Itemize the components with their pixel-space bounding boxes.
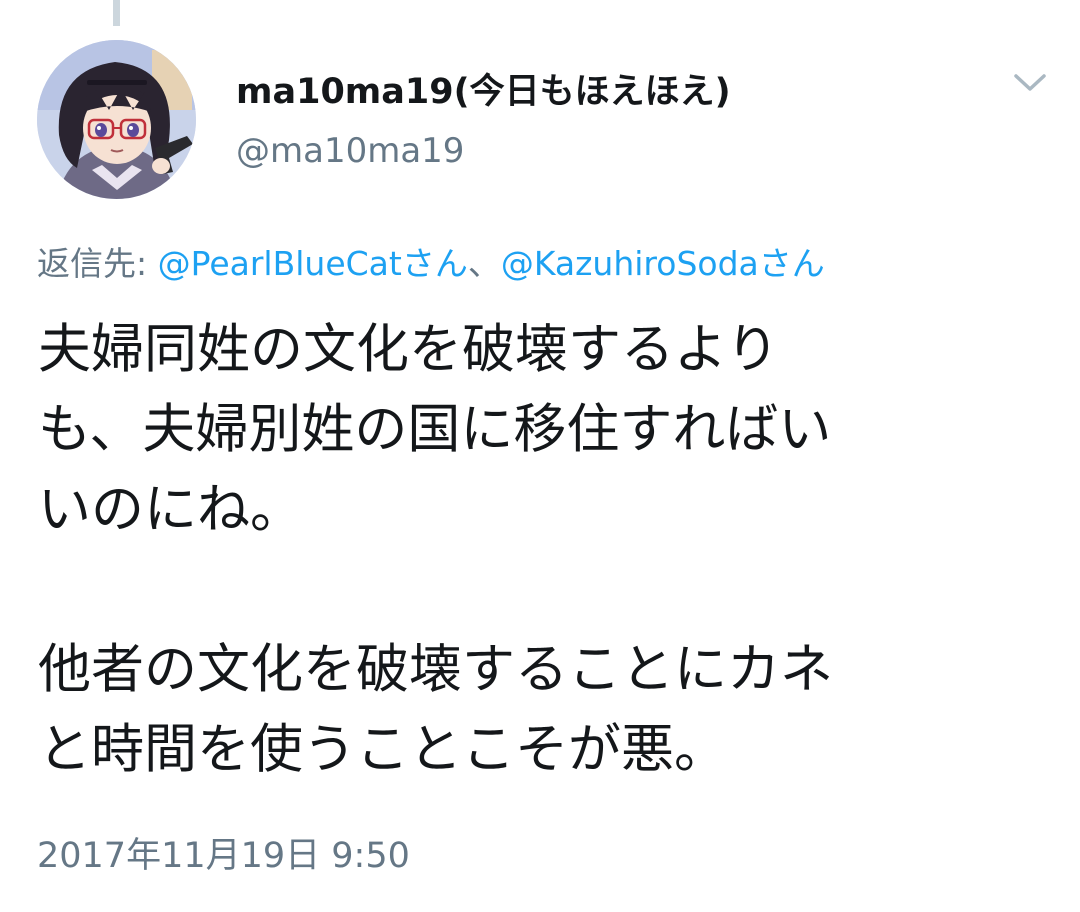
tweet-paragraph: 夫婦同姓の文化を破壊するより も、夫婦別姓の国に移住すればい いのにね。 — [38, 319, 832, 540]
tweet-paragraph: 他者の文化を破壊することにカネ と時間を使うことこそが悪。 — [38, 639, 833, 780]
avatar[interactable] — [37, 40, 196, 199]
chevron-down-icon[interactable] — [1008, 62, 1052, 102]
reply-context: 返信先: @PearlBlueCatさん、@KazuhiroSodaさん — [37, 243, 825, 285]
tweet-timestamp[interactable]: 2017年11月19日 9:50 — [37, 834, 410, 878]
display-name[interactable]: ma10ma19(今日もほえほえ) — [236, 70, 731, 114]
tweet-text: 夫婦同姓の文化を破壊するより も、夫婦別姓の国に移住すればい いのにね。 他者の… — [38, 310, 1048, 790]
mention-link-kazuhirosoda[interactable]: @KazuhiroSodaさん — [501, 244, 825, 283]
avatar-image — [37, 40, 196, 199]
reply-prefix: 返信先: — [37, 244, 158, 283]
thread-connector-line — [113, 0, 120, 26]
user-handle[interactable]: @ma10ma19 — [236, 130, 464, 172]
reply-separator: 、 — [467, 244, 501, 283]
mention-link-pearlbluecat[interactable]: @PearlBlueCatさん — [158, 244, 468, 283]
